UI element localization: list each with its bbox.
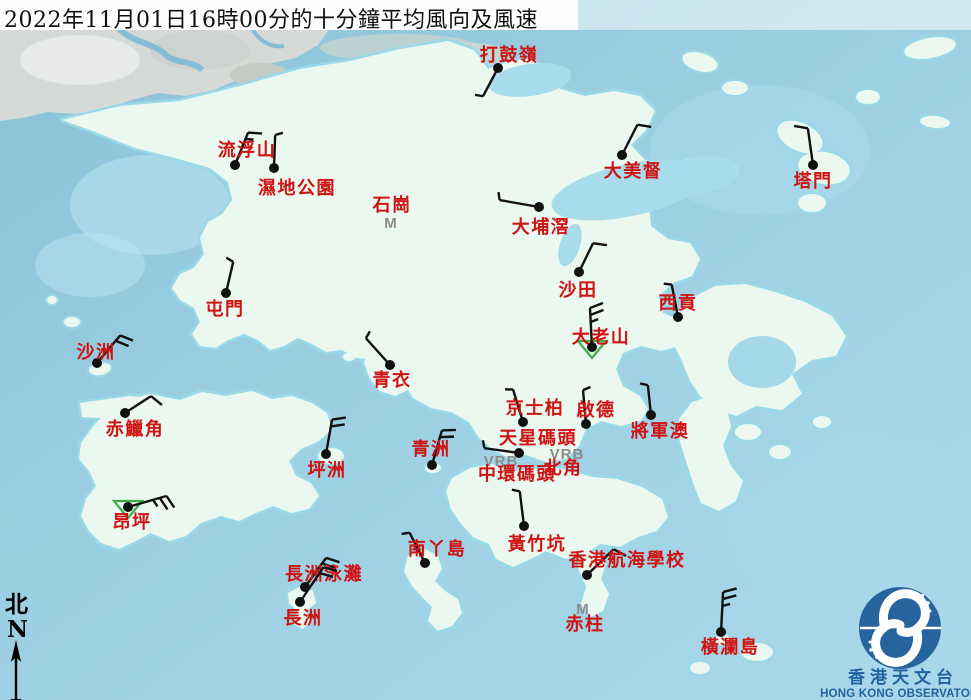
station-label: 橫瀾島 — [701, 636, 760, 658]
station-label: 南丫島 — [408, 538, 467, 560]
station-label: 香港航海學校 — [568, 549, 686, 571]
station-label: 西貢 — [659, 293, 698, 314]
wind-barb-feather — [248, 133, 262, 134]
station-label: 青衣 — [373, 369, 412, 391]
station-label: 黃竹坑 — [507, 533, 567, 555]
hong-kong-map: 打鼓嶺流浮山濕地公園 M石崗 大美督 塔門大埔滘沙田西貢大老山沙洲 屯門青衣赤鱲角昂坪 坪… — [0, 0, 971, 700]
station-dot — [230, 160, 240, 170]
station-dot — [427, 460, 437, 470]
station-dot — [385, 360, 395, 370]
station-label: 流浮山 — [218, 139, 277, 161]
station-dot — [120, 408, 130, 418]
station-dot — [617, 150, 627, 160]
wind-barb-feather — [640, 384, 648, 386]
wind-barb-feather — [402, 533, 410, 534]
station-label: 大埔滘 — [512, 216, 571, 238]
map-title: 2022年11月01日16時00分的十分鐘平均風向及風速 — [4, 2, 538, 34]
station-label: 塔門 — [794, 170, 833, 192]
station-label: 赤鱲角 — [106, 418, 165, 440]
station-dot — [295, 597, 305, 607]
wind-mark-m: M — [384, 215, 398, 232]
weather-wind-map: 打鼓嶺流浮山濕地公園 M石崗 大美督 塔門大埔滘沙田西貢大老山沙洲 屯門青衣赤鱲角昂坪 坪… — [0, 0, 971, 700]
station-dot — [646, 410, 656, 420]
station-label: 將軍澳 — [631, 420, 690, 442]
station-label: 京士柏 — [506, 397, 565, 419]
station-label: 北角 — [544, 457, 583, 479]
compass-label-en: N — [7, 616, 28, 643]
station-label: 打鼓嶺 — [480, 44, 539, 66]
station-label: 長洲 — [284, 608, 323, 629]
compass-label-zh: 北 — [5, 591, 28, 618]
station-label: 坪洲 — [308, 460, 347, 481]
wind-barb-feather — [664, 284, 672, 285]
station-dot — [534, 202, 544, 212]
station-label: 屯門 — [206, 298, 245, 320]
station-dot — [519, 521, 529, 531]
station-dot — [269, 163, 279, 173]
station-dot — [808, 160, 818, 170]
station-dot — [221, 288, 231, 298]
station-dot — [123, 502, 133, 512]
station-dot — [716, 627, 726, 637]
station-label: 赤柱 — [566, 613, 605, 635]
station-label: 沙田 — [559, 280, 598, 301]
station-label: 啟德 — [577, 399, 616, 421]
wind-barb-feather — [498, 192, 499, 200]
wind-barb-feather — [475, 95, 483, 96]
station-marker: VRB北角 — [544, 446, 585, 479]
wind-barb-feather — [512, 490, 520, 492]
hko-name-en: HONG KONG OBSERVATORY — [820, 688, 971, 700]
station-dot — [321, 449, 331, 459]
station-label: 石崗 — [372, 194, 412, 216]
station-label: 昂坪 — [113, 512, 152, 533]
hko-name-zh: 香港天文台 — [848, 667, 958, 688]
station-dot — [582, 570, 592, 580]
station-label: 大老山 — [572, 326, 631, 348]
station-dot — [574, 267, 584, 277]
station-label: 濕地公園 — [258, 177, 336, 199]
station-label: 大美督 — [604, 160, 663, 182]
wind-barb-feather — [483, 440, 484, 448]
station-label: 沙洲 — [77, 342, 116, 363]
station-label: 青洲 — [412, 439, 451, 460]
